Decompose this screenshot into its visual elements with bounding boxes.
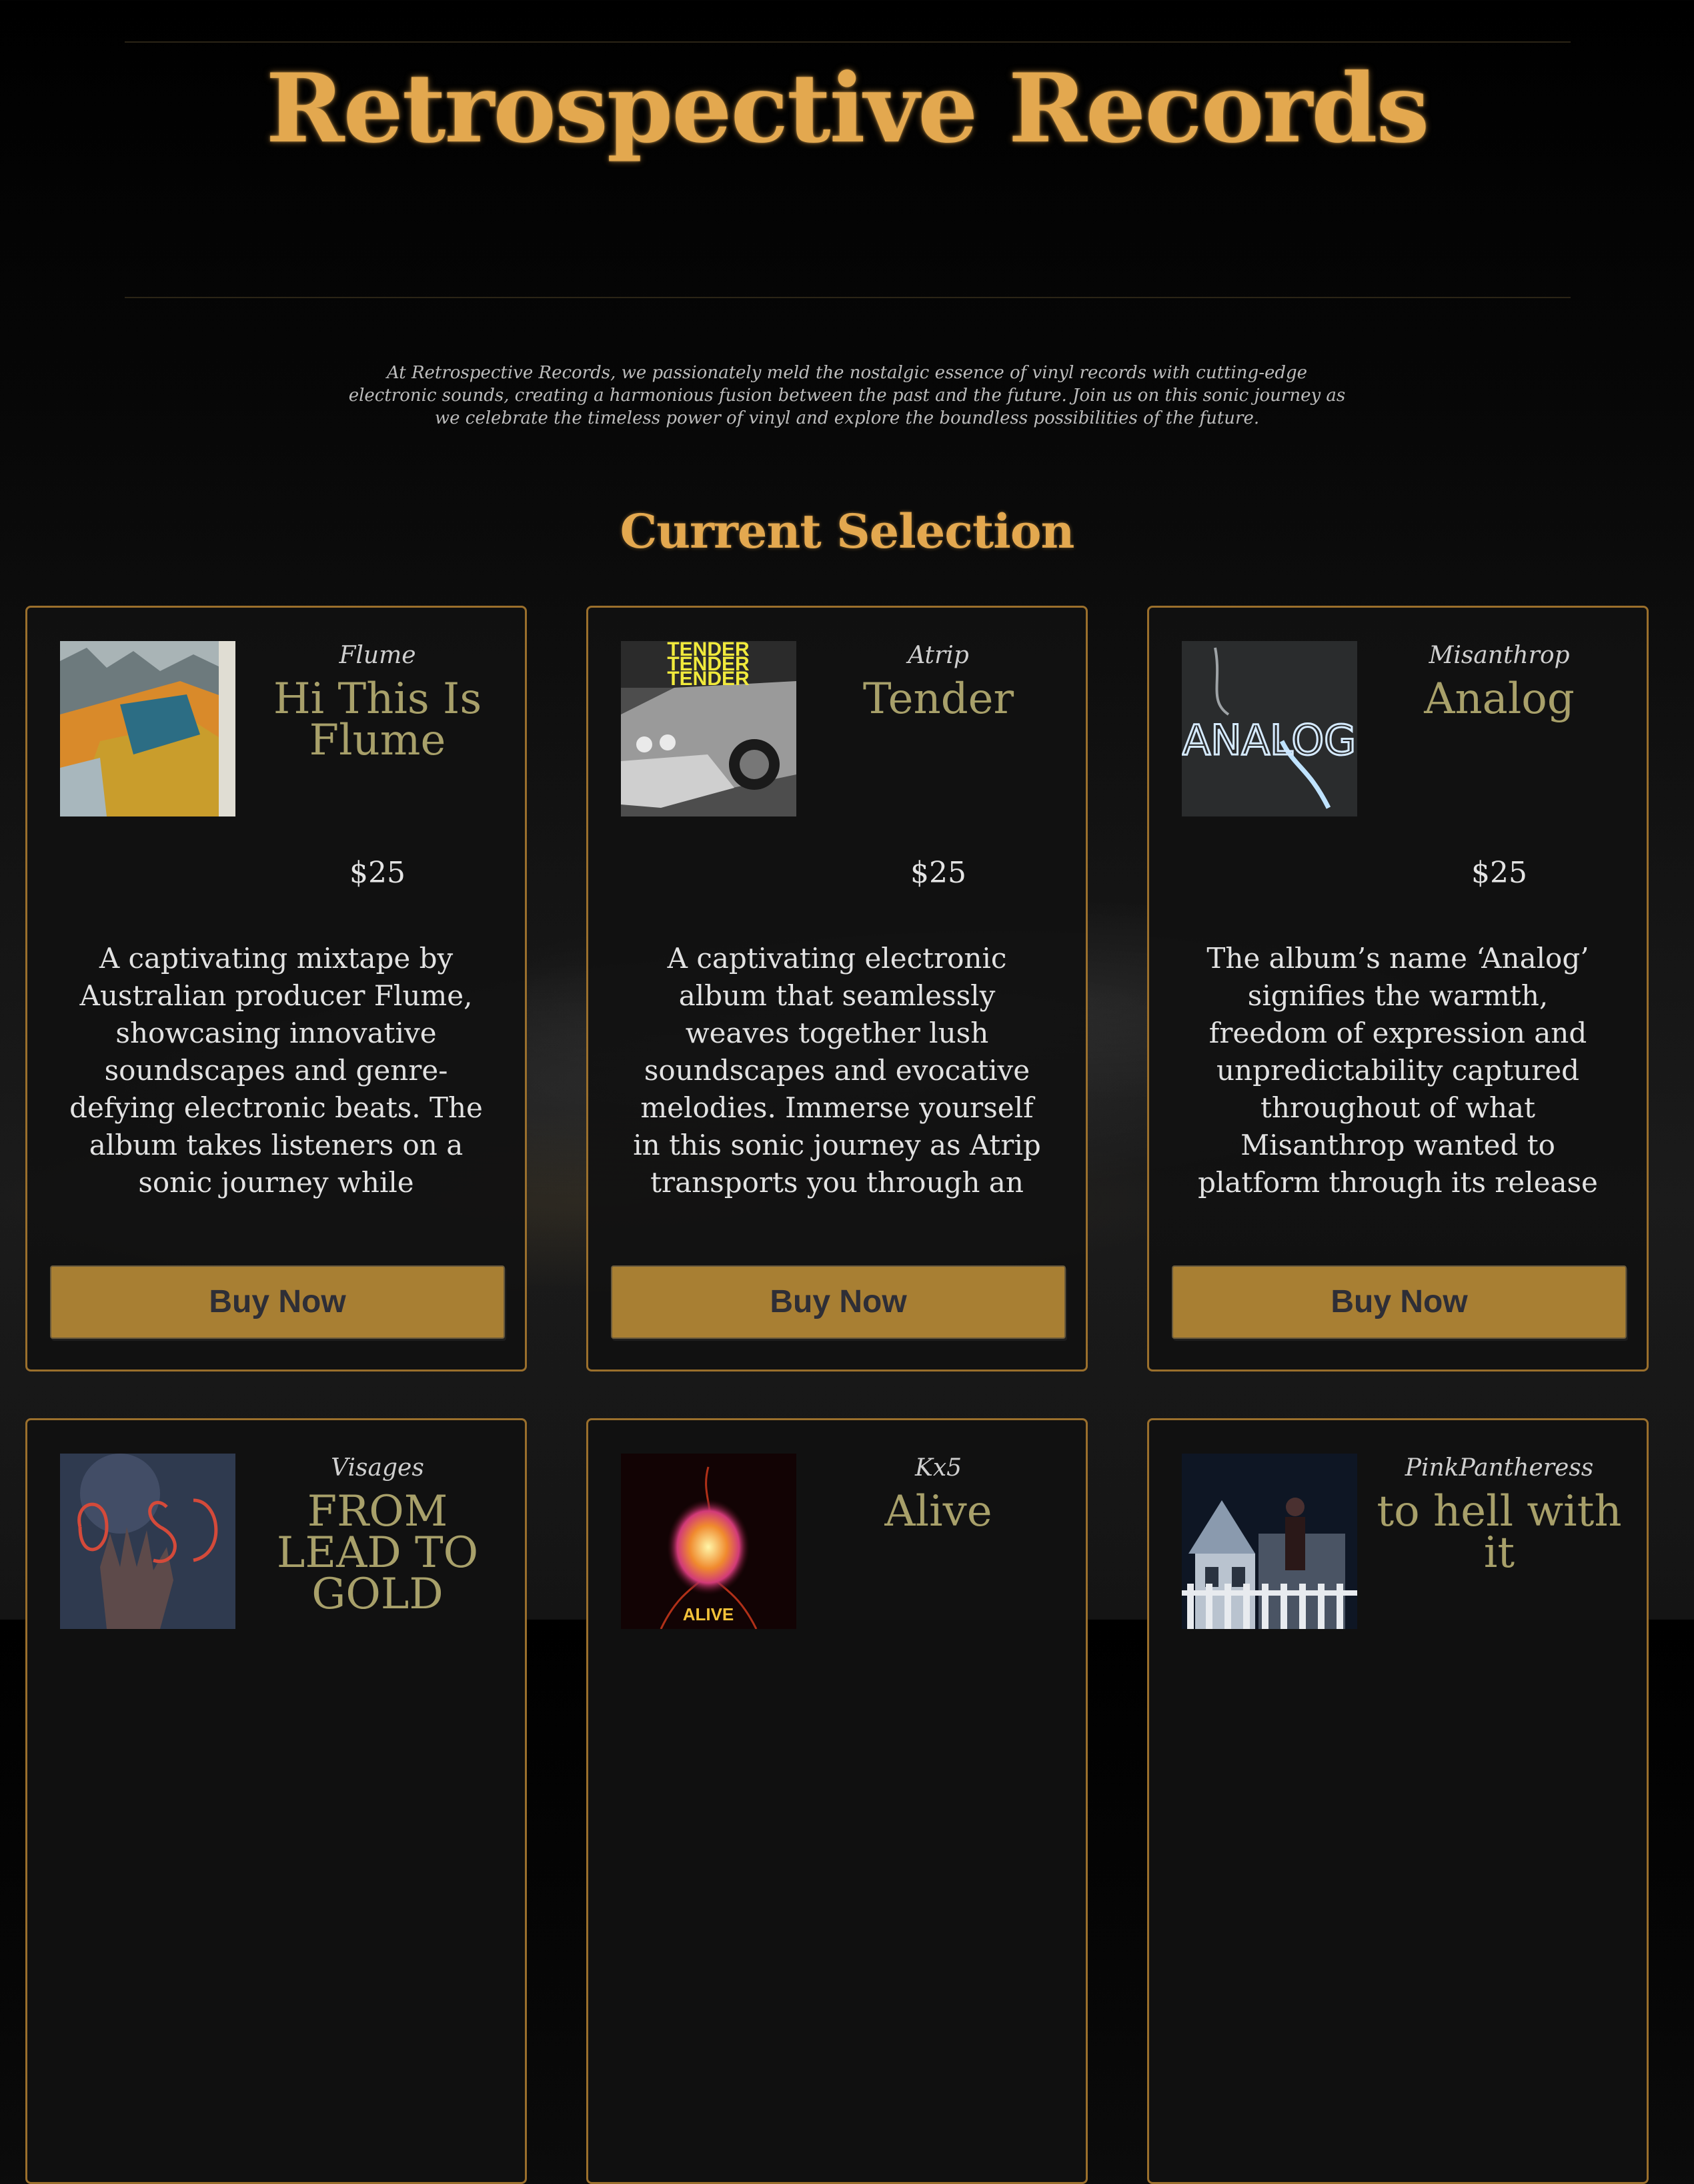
hand-cover-art-icon[interactable] [60,1454,235,1629]
car-hood-cover-art-icon[interactable] [60,641,235,816]
record-card-pinkpantheress: PinkPantheress to hell with it [1147,1418,1649,2184]
glowing-orb-cover-art-icon[interactable]: ALIVE [621,1454,796,1629]
record-card-kx5: ALIVE Kx5 Alive [586,1418,1088,2184]
record-card-flume: Flume Hi This Is Flume $25 A captivating… [25,606,527,1372]
record-price: $25 [1471,856,1527,890]
record-title: Tender [862,674,1014,724]
intro-text: At Retrospective Records, we passionatel… [348,363,1346,428]
record-description: The album’s name ‘Analog’ signifies the … [1198,942,1598,1199]
record-card-misanthrop: ANALOG Misanthrop Analog $25 The album’s… [1147,606,1649,1372]
record-artist: Kx5 [914,1454,962,1482]
record-artist: Visages [331,1454,424,1482]
buy-now-button[interactable]: Buy Now [50,1265,505,1339]
record-title: FROM LEAD TO GOLD [276,1487,479,1619]
record-card-visages: Visages FROM LEAD TO GOLD [25,1418,527,2184]
record-card-atrip: TENDER TENDER TENDER Atrip Tender $25 A … [586,606,1088,1372]
record-artist: Flume [339,642,416,669]
section-heading: Current Selection [620,504,1075,559]
record-artist: Misanthrop [1429,642,1570,669]
record-description: A captivating mixtape by Australian prod… [69,942,483,1199]
site-title: Retrospective Records [265,53,1430,164]
record-title: to hell with it [1377,1487,1622,1578]
record-price: $25 [910,856,966,890]
cover-text: ALIVE [683,1604,734,1624]
neon-cable-cover-art-icon[interactable]: ANALOG [1182,641,1357,816]
record-description: A captivating electronic album that seam… [633,942,1041,1199]
record-title: Hi This Is Flume [273,674,482,765]
buy-now-button[interactable]: Buy Now [611,1265,1066,1339]
record-title: Alive [884,1487,992,1536]
silver-car-cover-art-icon[interactable]: TENDER TENDER TENDER [621,641,796,816]
cover-text: ANALOG [1182,716,1356,764]
header-rule-top [125,41,1571,43]
record-price: $25 [349,856,405,890]
header-rule-bottom [125,297,1571,298]
record-artist: Atrip [908,642,969,669]
cover-text: TENDER [667,668,750,690]
buy-now-button[interactable]: Buy Now [1172,1265,1627,1339]
record-artist: PinkPantheress [1405,1454,1594,1482]
record-title: Analog [1424,674,1575,724]
house-at-night-cover-art-icon[interactable] [1182,1454,1357,1629]
